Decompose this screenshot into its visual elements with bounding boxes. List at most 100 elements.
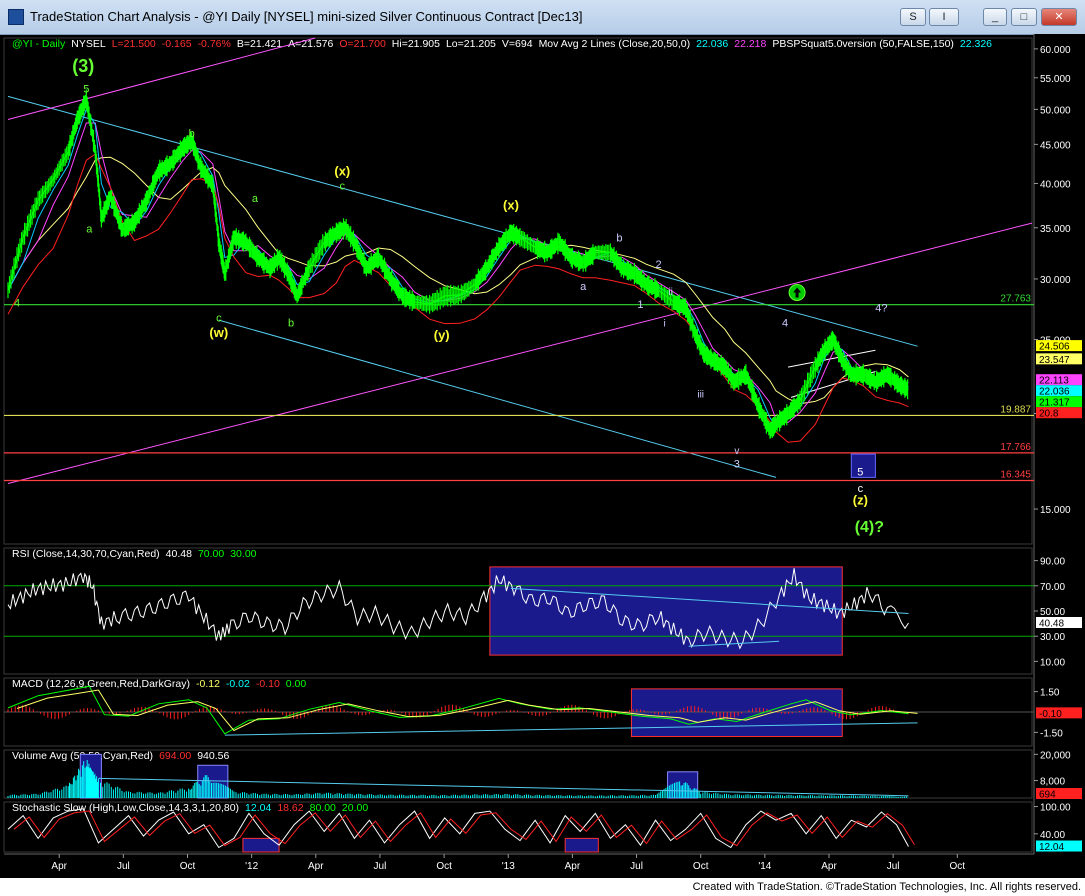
price-badge-label-1: 23.547 — [1039, 355, 1070, 366]
wave-label-8: b — [288, 317, 294, 329]
x-tick-label-2: Oct — [180, 861, 196, 872]
minimize-button[interactable]: _ — [983, 8, 1007, 26]
indicator-button[interactable]: I — [929, 8, 959, 26]
wave-label-3: a — [86, 224, 93, 236]
rsi-ytick-label-2: 50.00 — [1040, 607, 1065, 618]
tradestation-app-icon — [8, 9, 24, 25]
macd-header-item-1: -0.12 — [196, 678, 220, 690]
x-tick-label-12: Apr — [821, 861, 837, 872]
stochastic-highlight-box-0 — [242, 837, 280, 853]
wave-label-22: 4 — [782, 317, 788, 329]
stochastic-ytick-label-1: 40.00 — [1040, 830, 1065, 841]
stochastic-header-item-0: Stochastic Slow (High,Low,Close,14,3,3,1… — [12, 802, 239, 814]
wave-label-11: (y) — [434, 327, 450, 342]
price-header-item-11: Mov Avg 2 Lines (Close,20,50,0) — [539, 38, 691, 50]
chart-area[interactable]: @YI - Daily NYSEL L=21.500 -0.165 -0.76% B=21… — [0, 34, 1085, 878]
volume-header-item-2: 940.56 — [197, 750, 229, 762]
price-badge-label-3: 22.036 — [1039, 387, 1070, 398]
macd-highlight-box — [630, 688, 843, 737]
maximize-button[interactable]: □ — [1011, 8, 1037, 26]
price-ytick-label-3: 30.000 — [1040, 275, 1071, 286]
rsi-ytick-label-4: 90.00 — [1040, 557, 1065, 568]
stochastic-current-label: 12.04 — [1039, 842, 1064, 853]
x-tick-label-7: '13 — [502, 861, 515, 872]
x-tick-label-3: '12 — [245, 861, 258, 872]
rsi-ytick-label-3: 70.00 — [1040, 582, 1065, 593]
x-tick-label-5: Jul — [374, 861, 387, 872]
title-bar[interactable]: TradeStation Chart Analysis - @YI Daily … — [0, 0, 1085, 35]
macd-header-item-2: -0.02 — [226, 678, 250, 690]
wave-label-19: iii — [697, 389, 704, 400]
level-label-1: 19.887 — [1000, 404, 1031, 415]
x-tick-label-6: Oct — [436, 861, 452, 872]
macd-header-item-0: MACD (12,26,9,Green,Red,DarkGray) — [12, 678, 190, 690]
ma-cyan-line — [7, 108, 909, 428]
wave-label-21: 3 — [734, 458, 740, 470]
stochastic-header-item-1: 12.04 — [245, 802, 271, 814]
x-tick-label-11: '14 — [758, 861, 771, 872]
price-ytick-label-0: 15.000 — [1040, 505, 1071, 516]
price-header-item-0: @YI - Daily — [12, 38, 66, 50]
x-tick-label-14: Oct — [950, 861, 966, 872]
stochastic-header-item-4: 20.00 — [342, 802, 368, 814]
macd-header-item-3: -0.10 — [256, 678, 280, 690]
wave-label-20: v — [734, 446, 739, 457]
symbol-link-button[interactable]: S — [900, 8, 926, 26]
wave-label-23: 4? — [875, 302, 887, 314]
price-header-item-2: L=21.500 — [112, 38, 156, 50]
price-badge-label-4: 21.317 — [1039, 398, 1070, 409]
price-ytick-label-5: 40.000 — [1040, 179, 1071, 190]
x-tick-label-13: Jul — [887, 861, 900, 872]
magenta-trend-line-upper — [7, 37, 316, 120]
wave-label-7: a — [252, 193, 259, 205]
price-header-item-15: 22.326 — [960, 38, 992, 50]
wave-label-18: i — [663, 318, 665, 329]
price-header-item-3: -0.165 — [162, 38, 192, 50]
rsi-current-label: 40.48 — [1039, 618, 1064, 629]
x-tick-label-9: Jul — [630, 861, 643, 872]
x-tick-label-1: Jul — [117, 861, 130, 872]
x-tick-label-0: Apr — [51, 861, 67, 872]
x-tick-label-4: Apr — [308, 861, 324, 872]
wave-label-14: a — [580, 281, 587, 293]
price-badge-label-2: 22.113 — [1039, 376, 1069, 387]
lower-channel-line — [218, 319, 777, 478]
price-badge-label-0: 24.506 — [1039, 342, 1070, 353]
wedge-line-upper — [787, 349, 876, 368]
wave-label-2: 4 — [14, 298, 20, 310]
price-header-item-9: Lo=21.205 — [446, 38, 496, 50]
price-header-item-12: 22.036 — [696, 38, 728, 50]
price-ytick-label-8: 55.000 — [1040, 74, 1071, 85]
wave-label-9: c — [340, 180, 346, 192]
wave-label-26: (z) — [853, 493, 868, 508]
rsi-ytick-label-1: 30.00 — [1040, 632, 1065, 643]
window-title: TradeStation Chart Analysis - @YI Daily … — [30, 9, 583, 24]
price-ytick-label-7: 50.000 — [1040, 105, 1071, 116]
wave-label-24: 5 — [857, 466, 863, 478]
wave-label-10: (x) — [334, 163, 350, 178]
chart-window: TradeStation Chart Analysis - @YI Daily … — [0, 0, 1085, 896]
wave-label-0: (3) — [72, 56, 94, 76]
price-header-item-4: -0.76% — [198, 38, 231, 50]
level-label-0: 27.763 — [1000, 294, 1031, 305]
x-tick-label-8: Apr — [565, 861, 581, 872]
footer-bar: Created with TradeStation. ©TradeStation… — [0, 878, 1085, 896]
copyright-text: Created with TradeStation. ©TradeStation… — [692, 881, 1081, 893]
rsi-header-item-0: RSI (Close,14,30,70,Cyan,Red) — [12, 548, 160, 560]
rsi-header-item-1: 40.48 — [166, 548, 192, 560]
price-header-item-6: A=21.576 — [288, 38, 333, 50]
price-close-line — [7, 97, 909, 432]
macd-ytick-label-0: 1.50 — [1040, 688, 1060, 699]
stochastic-highlight-box-1 — [564, 837, 599, 853]
stochastic-ytick-label-0: 100.00 — [1040, 803, 1071, 814]
price-header-item-1: NYSEL — [71, 38, 106, 50]
price-panel-frame — [3, 37, 1033, 545]
price-ytick-label-6: 45.000 — [1040, 140, 1071, 151]
macd-header-item-4: 0.00 — [286, 678, 307, 690]
price-ytick-label-4: 35.000 — [1040, 224, 1071, 235]
price-header-item-8: Hi=21.905 — [392, 38, 440, 50]
wave-label-27: (4)? — [855, 519, 884, 536]
close-button[interactable]: ✕ — [1041, 8, 1077, 26]
volume-ytick-label-1: 8,000 — [1040, 777, 1065, 788]
ma-magenta-line — [7, 122, 909, 424]
